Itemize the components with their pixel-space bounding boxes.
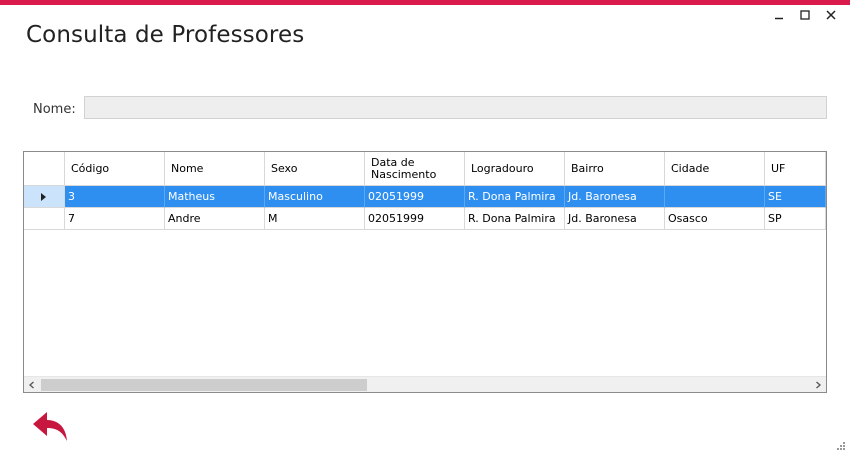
- cell-cidade[interactable]: [665, 186, 765, 208]
- minimize-icon[interactable]: [772, 8, 786, 22]
- column-header-data-nascimento[interactable]: Data de Nascimento: [365, 152, 465, 186]
- back-button[interactable]: [32, 410, 70, 444]
- column-header-nome[interactable]: Nome: [165, 152, 265, 186]
- maximize-icon[interactable]: [798, 8, 812, 22]
- column-header-codigo[interactable]: Código: [65, 152, 165, 186]
- professors-grid[interactable]: Código Nome Sexo Data de Nascimento Logr…: [23, 151, 827, 393]
- back-arrow-icon: [33, 412, 67, 441]
- column-header-cidade[interactable]: Cidade: [665, 152, 765, 186]
- scroll-right-icon[interactable]: [810, 377, 826, 392]
- table-row[interactable]: 7 Andre M 02051999 R. Dona Palmira Jd. B…: [24, 208, 826, 230]
- row-header[interactable]: [24, 186, 65, 208]
- row-header-corner: [24, 152, 65, 186]
- cell-logradouro[interactable]: R. Dona Palmira: [465, 186, 565, 208]
- resize-grip-icon[interactable]: [836, 436, 846, 450]
- window-controls: [772, 8, 838, 22]
- window-accent-bar: [0, 0, 850, 5]
- row-header[interactable]: [24, 208, 65, 230]
- cell-bairro[interactable]: Jd. Baronesa: [565, 186, 665, 208]
- cell-codigo[interactable]: 3: [65, 186, 165, 208]
- name-label: Nome:: [33, 102, 76, 117]
- cell-data-nascimento[interactable]: 02051999: [365, 208, 465, 230]
- cell-bairro[interactable]: Jd. Baronesa: [565, 208, 665, 230]
- table-row[interactable]: 3 Matheus Masculino 02051999 R. Dona Pal…: [24, 186, 826, 208]
- grid-header: Código Nome Sexo Data de Nascimento Logr…: [24, 152, 826, 186]
- row-pointer-icon: [41, 192, 46, 201]
- cell-logradouro[interactable]: R. Dona Palmira: [465, 208, 565, 230]
- column-header-sexo[interactable]: Sexo: [265, 152, 365, 186]
- cell-codigo[interactable]: 7: [65, 208, 165, 230]
- column-header-logradouro[interactable]: Logradouro: [465, 152, 565, 186]
- close-icon[interactable]: [824, 8, 838, 22]
- scrollbar-thumb[interactable]: [41, 379, 367, 391]
- cell-data-nascimento[interactable]: 02051999: [365, 186, 465, 208]
- cell-nome[interactable]: Matheus: [165, 186, 265, 208]
- cell-uf[interactable]: SE: [765, 186, 826, 208]
- column-header-bairro[interactable]: Bairro: [565, 152, 665, 186]
- cell-uf[interactable]: SP: [765, 208, 826, 230]
- name-search-input[interactable]: [84, 96, 827, 119]
- scroll-left-icon[interactable]: [24, 377, 40, 392]
- cell-sexo[interactable]: M: [265, 208, 365, 230]
- column-header-uf[interactable]: UF: [765, 152, 826, 186]
- cell-cidade[interactable]: Osasco: [665, 208, 765, 230]
- cell-sexo[interactable]: Masculino: [265, 186, 365, 208]
- cell-nome[interactable]: Andre: [165, 208, 265, 230]
- horizontal-scrollbar[interactable]: [24, 376, 826, 392]
- page-title: Consulta de Professores: [26, 22, 305, 48]
